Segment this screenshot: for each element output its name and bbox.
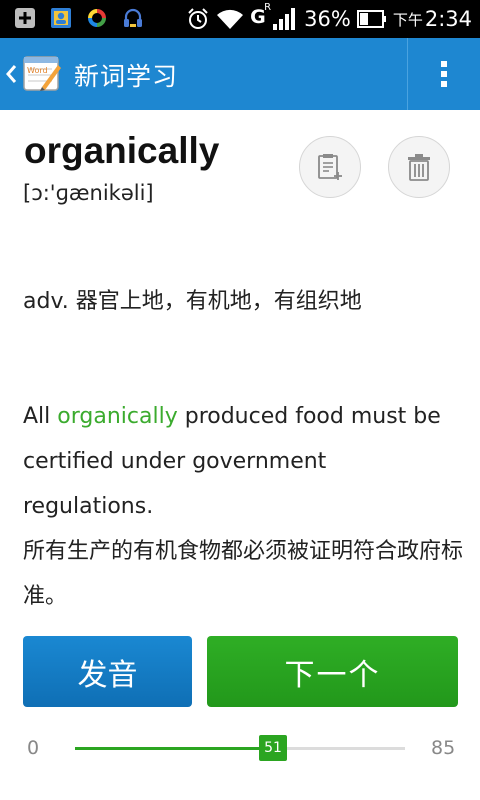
more-vertical-icon [441, 61, 447, 87]
battery-icon [356, 10, 386, 28]
notification-icons [14, 7, 144, 29]
back-chevron-icon[interactable] [4, 60, 18, 88]
next-word-button[interactable]: 下一个 [207, 636, 458, 707]
overflow-menu-button[interactable] [426, 38, 462, 110]
word-meaning: adv. 器官上地，有机地，有组织地 [23, 289, 362, 314]
action-bar-divider [407, 38, 408, 110]
example-text-before: All [23, 404, 58, 429]
roaming-indicator: R [264, 2, 272, 13]
progress-max-label: 85 [431, 737, 456, 759]
trash-icon [408, 154, 430, 181]
example-highlight: organically [57, 404, 178, 429]
page-title: 新词学习 [74, 62, 179, 91]
example-translation: 所有生产的有机食物都必须被证明符合政府标准。 [23, 539, 464, 609]
system-status: G R 36% 下午 2:34 [186, 0, 472, 38]
contacts-icon [51, 8, 71, 28]
app-logo-icon[interactable]: Word [22, 53, 62, 93]
word-headword: organically [24, 130, 220, 171]
progress-thumb[interactable]: 51 [259, 735, 287, 761]
status-bar: G R 36% 下午 2:34 [0, 0, 480, 38]
action-bar: Word 新词学习 [0, 38, 480, 110]
add-notification-icon [15, 8, 35, 28]
pronounce-button[interactable]: 发音 [23, 636, 192, 707]
clock: 2:34 [424, 7, 472, 31]
progress-fill [75, 747, 273, 750]
logo-text: Word [27, 66, 48, 75]
delete-word-button[interactable] [388, 136, 450, 198]
word-phonetic: [ɔ:'ɡænikəli] [23, 181, 154, 205]
alarm-icon [188, 8, 208, 29]
wifi-icon [217, 9, 244, 29]
sync-icon [88, 9, 106, 27]
add-to-notebook-button[interactable] [299, 136, 361, 198]
progress-slider[interactable]: 51 [75, 735, 405, 761]
signal-icon [273, 8, 296, 30]
time-ampm: 下午 [392, 10, 423, 29]
signal-indicator: G R [250, 2, 298, 34]
battery-percent: 36% [304, 7, 351, 31]
add-note-icon [318, 154, 342, 180]
headset-icon [124, 8, 142, 27]
progress-min-label: 0 [27, 737, 40, 759]
example-sentence: All organically produced food must be ce… [23, 394, 463, 619]
